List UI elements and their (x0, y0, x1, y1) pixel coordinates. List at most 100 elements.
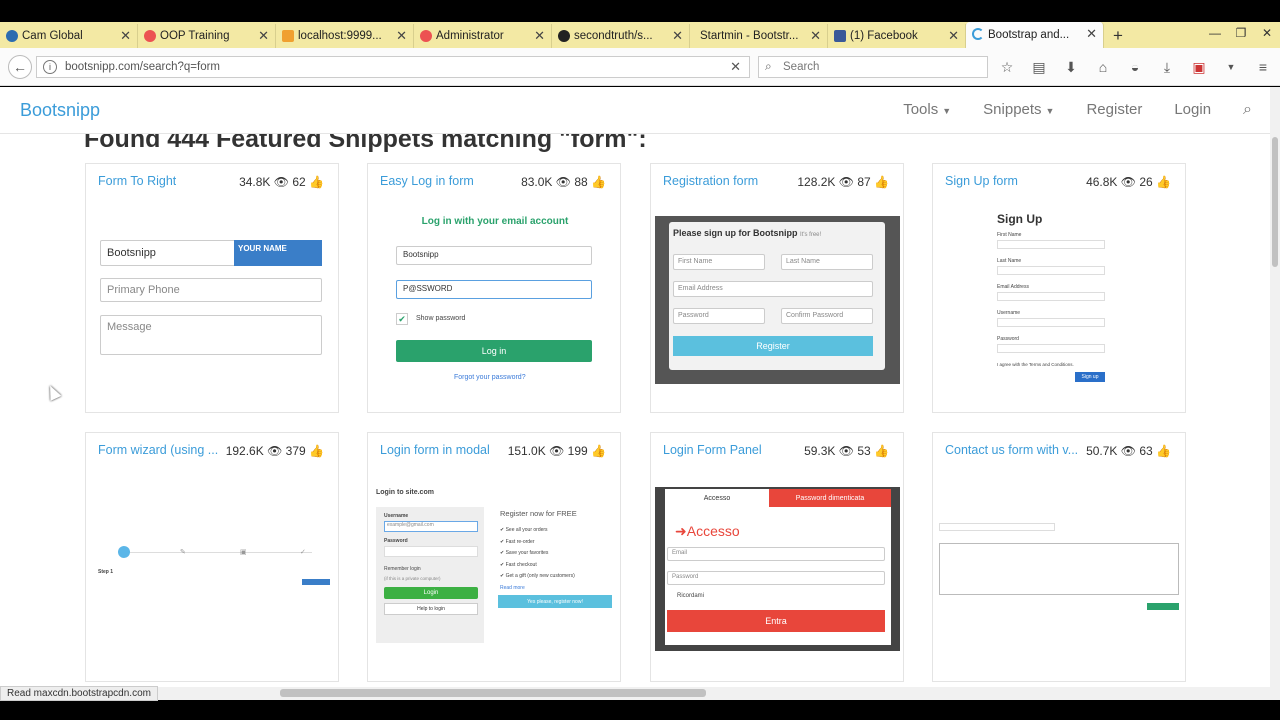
new-tab-button[interactable]: + (1104, 24, 1132, 48)
card-title[interactable]: Form To Right (98, 174, 176, 188)
chevron-down-icon[interactable]: ▼ (1220, 58, 1242, 76)
eye-icon: 👁 (555, 175, 571, 189)
name-select (939, 523, 1055, 531)
bookmark-star-icon[interactable]: ☆ (996, 58, 1018, 76)
message-textarea: Message (100, 315, 322, 355)
scrollbar-thumb[interactable] (280, 689, 706, 697)
eye-icon: 👁 (549, 444, 565, 458)
thumbs-up-icon: 👍 (591, 444, 606, 458)
close-icon[interactable]: ✕ (120, 28, 131, 44)
eye-icon: 👁 (1120, 175, 1136, 189)
snippet-preview: Login to site.com Username example@gmail… (376, 489, 614, 649)
card-title[interactable]: Login form in modal (380, 443, 490, 457)
nav-tools[interactable]: Tools ▼ (903, 101, 951, 119)
snippet-preview: Log in with your email account Bootsnipp… (396, 216, 594, 386)
browser-tab[interactable]: (1) Facebook ✕ (828, 24, 966, 48)
card-title[interactable]: Registration form (663, 174, 758, 188)
close-icon[interactable]: ✕ (534, 28, 545, 44)
address-bar[interactable]: i bootsnipp.com/search?q=form ✕ (36, 56, 750, 78)
brand-logo[interactable]: Bootsnipp (20, 100, 100, 121)
snippet-card[interactable]: Contact us form with v... 50.7K 👁 63 👍 (932, 432, 1186, 682)
like-count: 88 (574, 175, 588, 189)
card-stats: 50.7K 👁 63 👍 (1086, 444, 1171, 458)
first-name-input (997, 240, 1105, 249)
username-input: example@gmail.com (384, 521, 478, 532)
phpmyadmin-icon (282, 30, 294, 42)
browser-tab-active[interactable]: Bootstrap and... ✕ (966, 22, 1104, 48)
close-icon[interactable]: ✕ (396, 28, 407, 44)
browser-tab[interactable]: Cam Global ✕ (0, 24, 138, 48)
benefit-text: See all your orders (505, 527, 548, 533)
like-count: 62 (292, 175, 306, 189)
scrollbar-thumb[interactable] (1272, 137, 1278, 267)
minimize-icon[interactable]: — (1202, 22, 1228, 44)
browser-tab[interactable]: secondtruth/s... ✕ (552, 24, 690, 48)
view-count: 46.8K (1086, 175, 1118, 189)
stop-icon[interactable]: ✕ (730, 59, 741, 75)
menu-icon[interactable]: ≡ (1252, 58, 1274, 76)
close-icon[interactable]: ✕ (258, 28, 269, 44)
snippet-card[interactable]: Form To Right 34.8K 👁 62 👍 Bootsnipp YOU… (85, 163, 339, 413)
close-icon[interactable]: ✕ (810, 28, 821, 44)
snippet-card[interactable]: Registration form 128.2K 👁 87 👍 Please s… (650, 163, 904, 413)
forgot-link: Forgot your password? (454, 374, 526, 381)
card-title[interactable]: Sign Up form (945, 174, 1018, 188)
help-button: Help to login (384, 603, 478, 615)
nav-snippets-label: Snippets (983, 101, 1042, 118)
pocket-icon[interactable]: ◒ (1124, 58, 1146, 76)
close-icon[interactable]: ✕ (672, 28, 683, 44)
horizontal-scrollbar[interactable] (0, 687, 1280, 700)
close-icon[interactable]: ✕ (948, 28, 959, 44)
screen-top-border (0, 0, 1280, 22)
close-icon[interactable]: ✕ (1086, 26, 1097, 42)
search-icon[interactable]: ⌕ (1243, 101, 1252, 119)
card-title[interactable]: Login Form Panel (663, 443, 762, 457)
username-label: Username (384, 513, 409, 519)
udemy-icon (144, 30, 156, 42)
wizard-step-label: Step 1 (98, 569, 114, 575)
browser-tab[interactable]: OOP Training ✕ (138, 24, 276, 48)
last-name-label: Last Name (997, 258, 1022, 264)
card-stats: 192.6K 👁 379 👍 (226, 444, 324, 458)
snippet-card[interactable]: Form wizard (using ... 192.6K 👁 379 👍 ✎ … (85, 432, 339, 682)
tab-title: Bootstrap and... (988, 29, 1070, 41)
register-title: Register now for FREE (500, 509, 577, 518)
udemy-icon (420, 30, 432, 42)
reading-list-icon[interactable]: ▤ (1028, 58, 1050, 76)
close-window-icon[interactable]: ✕ (1254, 22, 1280, 44)
browser-tab[interactable]: Startmin - Bootstr... ✕ (690, 24, 828, 48)
panel-title: Please sign up for Bootsnipp It's free! (673, 228, 821, 238)
thumbs-up-icon: 👍 (591, 175, 606, 189)
nav-register[interactable]: Register (1086, 101, 1142, 119)
browser-tab[interactable]: localhost:9999... ✕ (276, 24, 414, 48)
snippet-card[interactable]: Sign Up form 46.8K 👁 26 👍 Sign Up First … (932, 163, 1186, 413)
card-stats: 46.8K 👁 26 👍 (1086, 175, 1171, 189)
card-title[interactable]: Easy Log in form (380, 174, 474, 188)
modal-login-button: Login (384, 587, 478, 599)
nav-login[interactable]: Login (1174, 101, 1211, 119)
browser-tab[interactable]: Administrator ✕ (414, 24, 552, 48)
back-button[interactable]: ← (8, 55, 32, 79)
card-title[interactable]: Form wizard (using ... (98, 443, 222, 457)
read-more-link: Read more (500, 585, 525, 591)
vertical-scrollbar[interactable] (1270, 87, 1280, 687)
remember-label: Ricordami (677, 593, 705, 599)
browser-search-input[interactable]: ⌕ Search (758, 56, 988, 78)
panel-title-text: Accesso (686, 523, 740, 539)
thumbs-up-icon: 👍 (309, 444, 324, 458)
snippet-card[interactable]: Easy Log in form 83.0K 👁 88 👍 Log in wit… (367, 163, 621, 413)
nav-snippets[interactable]: Snippets ▼ (983, 101, 1054, 119)
download-arrow-icon[interactable]: ⬇ (1060, 58, 1082, 76)
home-icon[interactable]: ⌂ (1092, 58, 1114, 76)
tab-title: Startmin - Bootstr... (700, 30, 799, 42)
info-icon[interactable]: i (43, 60, 57, 74)
extension-icon[interactable]: ▣ (1188, 58, 1210, 76)
card-title[interactable]: Contact us form with v... (945, 443, 1087, 457)
view-count: 83.0K (521, 175, 553, 189)
first-name-label: First Name (997, 232, 1022, 238)
restore-icon[interactable]: ❐ (1228, 22, 1254, 44)
snippet-card[interactable]: Login form in modal 151.0K 👁 199 👍 Login… (367, 432, 621, 682)
panel-title-text: Please sign up for Bootsnipp (673, 228, 798, 238)
downloads-icon[interactable]: ⤓ (1156, 58, 1178, 76)
snippet-card[interactable]: Login Form Panel 59.3K 👁 53 👍 Accesso Pa… (650, 432, 904, 682)
